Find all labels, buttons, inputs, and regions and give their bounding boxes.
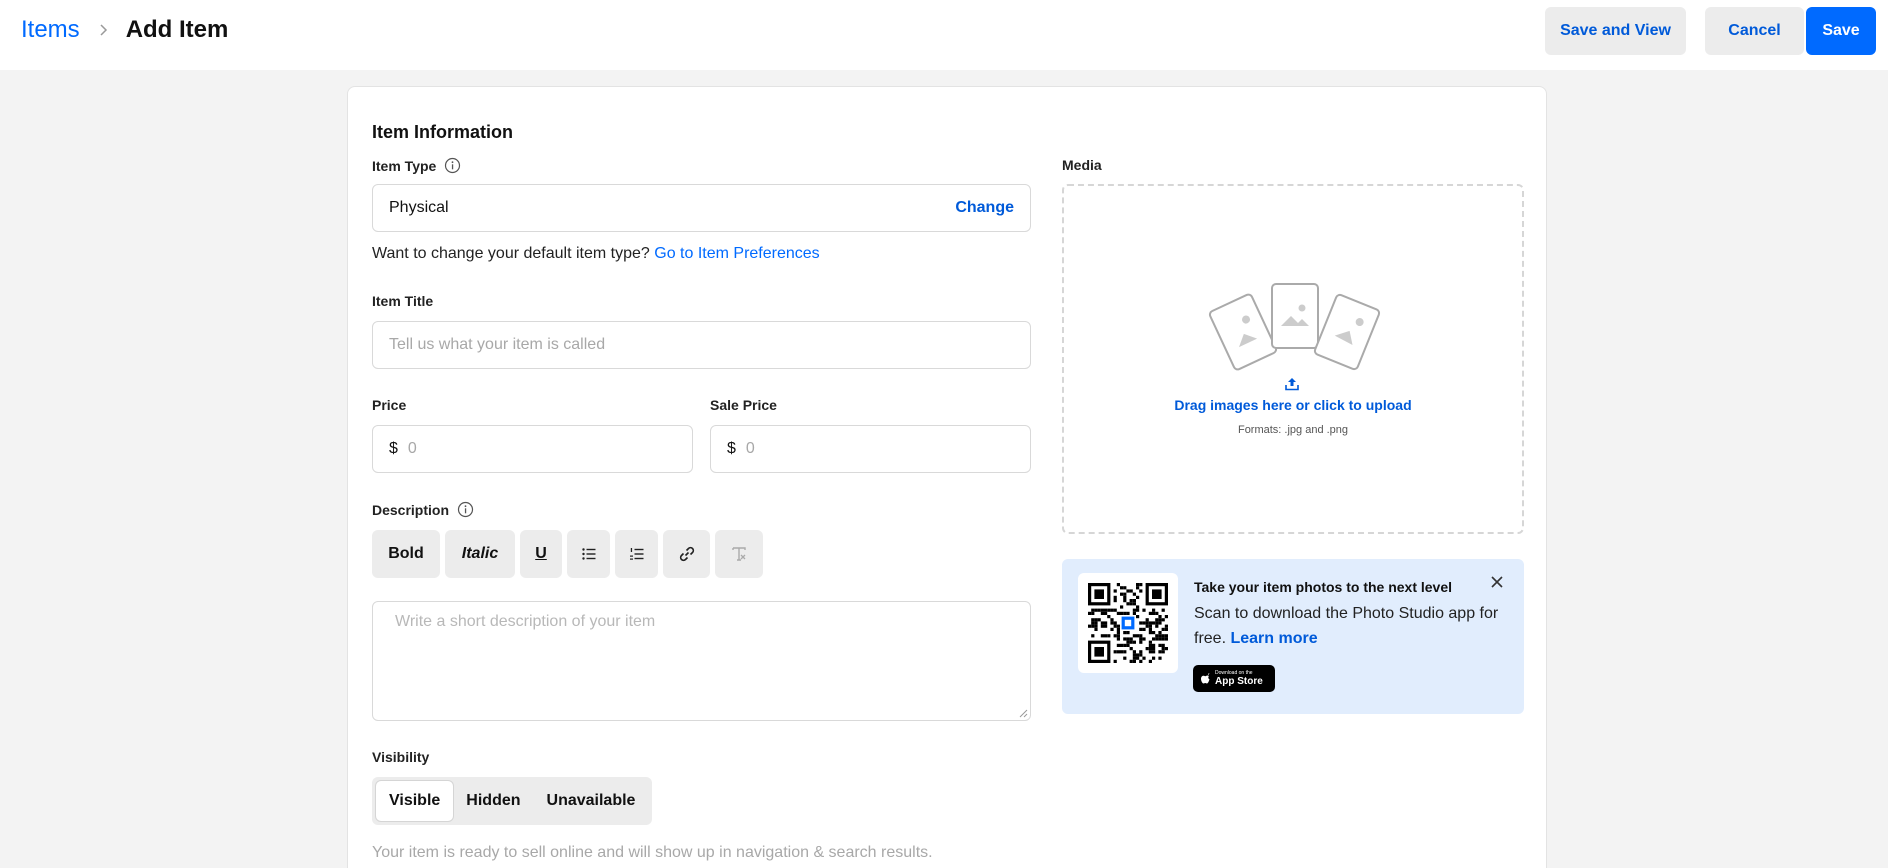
- close-icon[interactable]: [1490, 575, 1504, 589]
- media-dropzone[interactable]: Drag images here or click to upload Form…: [1062, 184, 1524, 534]
- media-label: Media: [1062, 157, 1102, 173]
- section-title: Item Information: [372, 122, 514, 142]
- app-store-badge[interactable]: Download on the App Store: [1193, 665, 1275, 692]
- photo-studio-promo: Take your item photos to the next level …: [1062, 559, 1524, 714]
- app-store-big-text: App Store: [1215, 676, 1263, 687]
- italic-button[interactable]: Italic: [445, 530, 515, 578]
- resize-grip-icon[interactable]: [1019, 709, 1028, 718]
- chevron-right-icon: [95, 22, 111, 38]
- visibility-label: Visibility: [372, 749, 430, 765]
- price-label: Price: [372, 397, 407, 413]
- apple-icon: [1201, 672, 1210, 683]
- top-bar: Items Add Item Save and View Cancel Save: [0, 0, 1888, 70]
- description-label-text: Description: [372, 501, 450, 518]
- clear-formatting-button[interactable]: [715, 530, 763, 578]
- description-label: Description: [372, 501, 474, 518]
- visibility-note: Your item is ready to sell online and wi…: [372, 844, 933, 861]
- underline-button[interactable]: U: [520, 530, 562, 578]
- visibility-option-hidden[interactable]: Hidden: [453, 781, 533, 821]
- upload-icon: [1285, 378, 1299, 391]
- image-placeholder-icon: [1208, 283, 1381, 371]
- cancel-button[interactable]: Cancel: [1705, 7, 1804, 55]
- description-placeholder: Write a short description of your item: [395, 613, 656, 630]
- promo-body: Scan to download the Photo Studio app fo…: [1194, 601, 1504, 651]
- bold-button[interactable]: Bold: [372, 530, 440, 578]
- sale-price-currency: $: [727, 440, 736, 457]
- upload-formats: Formats: .jpg and .png: [1237, 424, 1349, 436]
- price-currency: $: [389, 440, 398, 457]
- visibility-option-visible[interactable]: Visible: [376, 781, 454, 821]
- price-input[interactable]: $ 0: [372, 425, 693, 473]
- item-type-field: Physical Change: [372, 184, 1031, 232]
- bulleted-list-button[interactable]: [567, 530, 610, 578]
- bulleted-list-icon: [581, 548, 595, 560]
- price-placeholder: 0: [407, 440, 417, 457]
- sale-price-placeholder: 0: [745, 440, 755, 457]
- save-and-view-button[interactable]: Save and View: [1545, 7, 1686, 55]
- breadcrumb: Items Add Item: [21, 16, 228, 44]
- page-title: Add Item: [125, 16, 229, 43]
- change-item-type-link[interactable]: Change: [955, 199, 1014, 217]
- breadcrumb-items-link[interactable]: Items: [21, 16, 80, 44]
- item-type-label-text: Item Type: [372, 157, 437, 174]
- info-icon[interactable]: [444, 157, 461, 174]
- visibility-segmented-control: Visible Hidden Unavailable: [372, 777, 653, 825]
- link-icon: [679, 546, 694, 562]
- numbered-list-icon: [629, 548, 643, 560]
- numbered-list-button[interactable]: [615, 530, 658, 578]
- item-title-input[interactable]: Tell us what your item is called: [372, 321, 1031, 369]
- link-button[interactable]: [663, 530, 710, 578]
- description-textarea[interactable]: Write a short description of your item: [372, 601, 1031, 721]
- save-button[interactable]: Save: [1806, 7, 1876, 55]
- qr-code: [1078, 573, 1178, 673]
- upload-text: Drag images here or click to upload: [1174, 397, 1412, 413]
- sale-price-label: Sale Price: [710, 397, 777, 413]
- item-title-placeholder: Tell us what your item is called: [389, 336, 606, 353]
- item-type-label: Item Type: [372, 157, 461, 174]
- helper-text: Want to change your default item type?: [372, 245, 650, 262]
- learn-more-link[interactable]: Learn more: [1230, 630, 1317, 647]
- clear-formatting-icon: [732, 547, 746, 561]
- description-toolbar: Bold Italic U: [372, 530, 768, 578]
- info-icon[interactable]: [457, 501, 474, 518]
- item-type-value: Physical: [389, 199, 449, 216]
- item-title-label: Item Title: [372, 293, 434, 309]
- qr-code-image: [1088, 583, 1168, 663]
- promo-title: Take your item photos to the next level: [1194, 579, 1453, 595]
- sale-price-input[interactable]: $ 0: [710, 425, 1031, 473]
- visibility-option-unavailable[interactable]: Unavailable: [534, 781, 649, 821]
- item-preferences-link[interactable]: Go to Item Preferences: [654, 245, 819, 262]
- item-type-helper: Want to change your default item type? G…: [372, 245, 820, 263]
